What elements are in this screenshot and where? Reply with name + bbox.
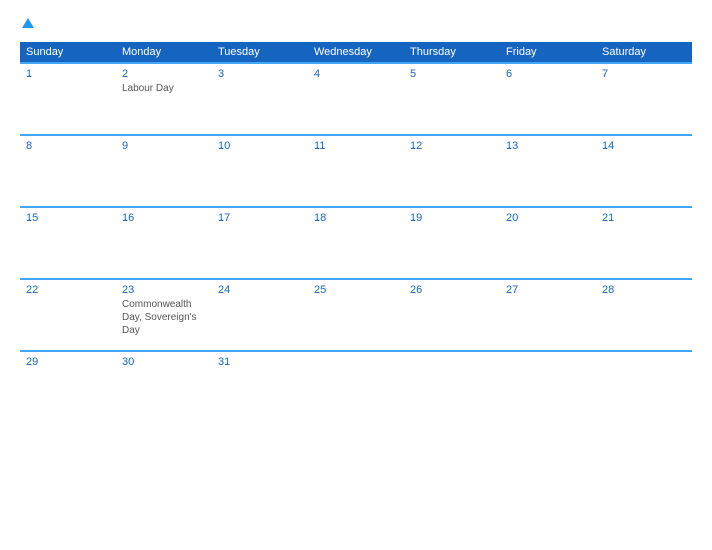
calendar-cell: 24 — [212, 279, 308, 351]
calendar-cell: 31 — [212, 351, 308, 423]
calendar-cell: 21 — [596, 207, 692, 279]
day-number: 24 — [218, 284, 302, 296]
calendar-cell: 14 — [596, 135, 692, 207]
calendar-cell: 12 — [404, 135, 500, 207]
day-number: 27 — [506, 284, 590, 296]
day-number: 9 — [122, 140, 206, 152]
logo-triangle-icon — [22, 18, 34, 28]
header — [20, 16, 692, 32]
calendar-cell: 20 — [500, 207, 596, 279]
day-number: 2 — [122, 68, 206, 80]
day-number: 19 — [410, 212, 494, 224]
day-number: 12 — [410, 140, 494, 152]
day-number: 15 — [26, 212, 110, 224]
week-row-4: 22 23 Commonwealth Day, Sovereign's Day 24 2… — [20, 279, 692, 351]
day-number: 17 — [218, 212, 302, 224]
calendar-cell: 11 — [308, 135, 404, 207]
calendar-cell: 27 — [500, 279, 596, 351]
day-number: 11 — [314, 140, 398, 152]
calendar-cell: 28 — [596, 279, 692, 351]
day-number: 6 — [506, 68, 590, 80]
calendar-cell: 4 — [308, 63, 404, 135]
day-header-thursday: Thursday — [404, 42, 500, 63]
calendar-cell: 2 Labour Day — [116, 63, 212, 135]
calendar-cell: 22 — [20, 279, 116, 351]
calendar-cell: 9 — [116, 135, 212, 207]
calendar-cell: 30 — [116, 351, 212, 423]
day-number: 10 — [218, 140, 302, 152]
calendar-cell — [500, 351, 596, 423]
day-number: 16 — [122, 212, 206, 224]
day-number: 1 — [26, 68, 110, 80]
day-header-sunday: Sunday — [20, 42, 116, 63]
day-number: 14 — [602, 140, 686, 152]
week-row-3: 15 16 17 18 19 20 21 — [20, 207, 692, 279]
calendar-cell — [308, 351, 404, 423]
calendar-cell: 29 — [20, 351, 116, 423]
day-number: 21 — [602, 212, 686, 224]
calendar-cell: 7 — [596, 63, 692, 135]
calendar-cell: 23 Commonwealth Day, Sovereign's Day — [116, 279, 212, 351]
day-number: 18 — [314, 212, 398, 224]
calendar-table: SundayMondayTuesdayWednesdayThursdayFrid… — [20, 42, 692, 423]
calendar-cell: 19 — [404, 207, 500, 279]
day-number: 13 — [506, 140, 590, 152]
days-header-row: SundayMondayTuesdayWednesdayThursdayFrid… — [20, 42, 692, 63]
day-number: 7 — [602, 68, 686, 80]
day-number: 31 — [218, 356, 302, 368]
calendar-cell: 17 — [212, 207, 308, 279]
holiday-label: Labour Day — [122, 83, 174, 94]
day-number: 29 — [26, 356, 110, 368]
day-number: 4 — [314, 68, 398, 80]
day-number: 23 — [122, 284, 206, 296]
day-number: 20 — [506, 212, 590, 224]
day-number: 8 — [26, 140, 110, 152]
calendar-cell: 26 — [404, 279, 500, 351]
calendar-cell: 10 — [212, 135, 308, 207]
calendar-cell: 3 — [212, 63, 308, 135]
day-number: 22 — [26, 284, 110, 296]
day-number: 28 — [602, 284, 686, 296]
calendar-cell — [596, 351, 692, 423]
day-header-saturday: Saturday — [596, 42, 692, 63]
week-row-5: 29 30 31 — [20, 351, 692, 423]
day-number: 25 — [314, 284, 398, 296]
logo — [20, 16, 34, 32]
day-number: 5 — [410, 68, 494, 80]
calendar-cell: 16 — [116, 207, 212, 279]
day-header-tuesday: Tuesday — [212, 42, 308, 63]
calendar-cell: 18 — [308, 207, 404, 279]
calendar-cell: 1 — [20, 63, 116, 135]
day-number: 3 — [218, 68, 302, 80]
calendar-page: SundayMondayTuesdayWednesdayThursdayFrid… — [0, 0, 712, 550]
day-number: 26 — [410, 284, 494, 296]
holiday-label: Commonwealth Day, Sovereign's Day — [122, 299, 197, 336]
day-header-monday: Monday — [116, 42, 212, 63]
day-number: 30 — [122, 356, 206, 368]
logo-top — [20, 16, 34, 32]
calendar-cell: 15 — [20, 207, 116, 279]
calendar-cell: 25 — [308, 279, 404, 351]
day-header-friday: Friday — [500, 42, 596, 63]
week-row-2: 89 10 11 12 13 14 — [20, 135, 692, 207]
day-header-wednesday: Wednesday — [308, 42, 404, 63]
calendar-cell: 5 — [404, 63, 500, 135]
calendar-cell — [404, 351, 500, 423]
calendar-cell: 13 — [500, 135, 596, 207]
calendar-cell: 8 — [20, 135, 116, 207]
calendar-cell: 6 — [500, 63, 596, 135]
week-row-1: 12 Labour Day 34567 — [20, 63, 692, 135]
